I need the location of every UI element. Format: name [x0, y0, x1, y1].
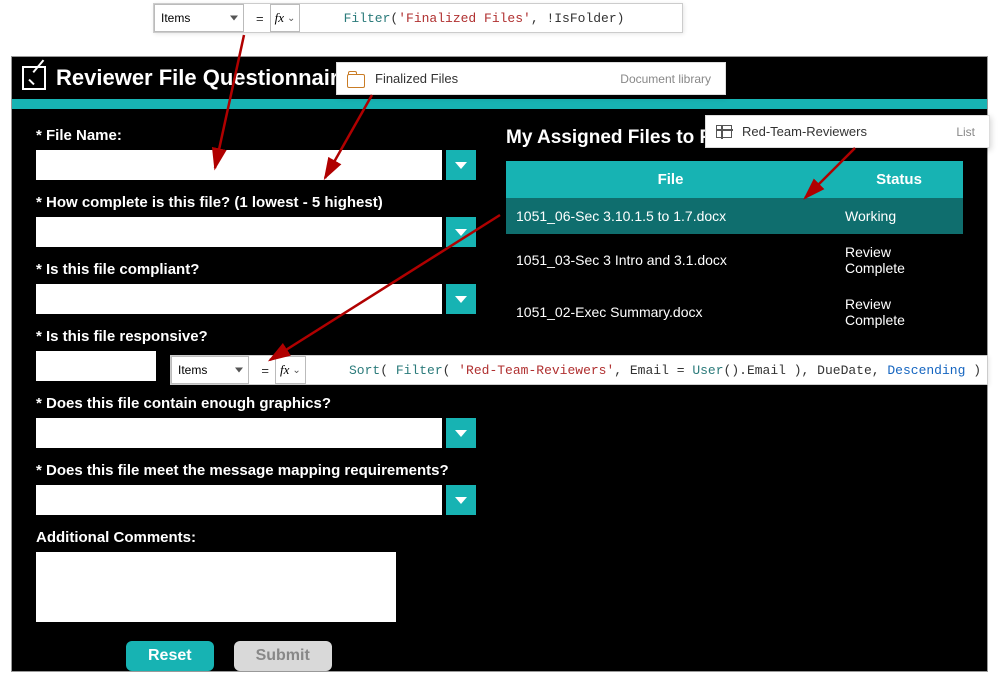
fx-button-mid[interactable]: fx⌄	[275, 356, 306, 384]
dropdown-button-compliant[interactable]	[446, 284, 476, 314]
tooltip-name: Red-Team-Reviewers	[742, 124, 867, 139]
token: )	[965, 363, 981, 378]
field-file-name: * File Name:	[36, 127, 476, 180]
property-dropdown-mid[interactable]: Items	[171, 356, 249, 384]
fx-label: fx	[275, 10, 284, 26]
property-dropdown-label: Items	[161, 11, 190, 25]
table-row[interactable]: 1051_03-Sec 3 Intro and 3.1.docx Review …	[506, 234, 963, 286]
token: Descending	[887, 363, 965, 378]
dropdown-button-message-mapping[interactable]	[446, 485, 476, 515]
property-dropdown-label: Items	[178, 363, 207, 377]
dropdown-button-file-name[interactable]	[446, 150, 476, 180]
property-dropdown-top[interactable]: Items	[154, 4, 244, 32]
app-title: Reviewer File Questionnaire	[56, 65, 351, 91]
token: ().Email ), DueDate,	[724, 363, 888, 378]
label-message-mapping: * Does this file meet the message mappin…	[36, 462, 476, 479]
formula-bar-mid[interactable]: Items = fx⌄ Sort( Filter( 'Red-Team-Revi…	[170, 355, 988, 385]
cell-file: 1051_03-Sec 3 Intro and 3.1.docx	[506, 234, 835, 286]
col-header-file: File	[506, 161, 835, 198]
token: , !IsFolder	[531, 11, 617, 26]
chevron-down-icon: ⌄	[287, 13, 295, 24]
input-message-mapping[interactable]	[36, 485, 442, 515]
header-accent-bar	[12, 99, 987, 109]
equals-sign: =	[261, 363, 269, 378]
dropdown-button-graphics[interactable]	[446, 418, 476, 448]
tooltip-type: List	[926, 125, 975, 139]
token: =	[677, 363, 685, 378]
input-completeness[interactable]	[36, 217, 442, 247]
chevron-down-icon: ⌄	[292, 365, 300, 376]
files-table: File Status 1051_06-Sec 3.10.1.5 to 1.7.…	[506, 161, 963, 338]
label-comments: Additional Comments:	[36, 529, 476, 546]
input-file-name[interactable]	[36, 150, 442, 180]
tooltip-finalized-files: Finalized Files Document library	[336, 62, 726, 95]
submit-button[interactable]: Submit	[234, 641, 332, 671]
token: Sort	[349, 363, 380, 378]
input-compliant[interactable]	[36, 284, 442, 314]
token: 'Finalized Files'	[398, 11, 531, 26]
formula-bar-top[interactable]: Items = fx⌄ Filter('Finalized Files', !I…	[153, 3, 683, 33]
label-responsive: * Is this file responsive?	[36, 328, 476, 345]
token: User	[692, 363, 723, 378]
field-completeness: * How complete is this file? (1 lowest -…	[36, 194, 476, 247]
document-library-icon	[347, 72, 365, 86]
cell-file: 1051_06-Sec 3.10.1.5 to 1.7.docx	[506, 198, 835, 234]
label-compliant: * Is this file compliant?	[36, 261, 476, 278]
review-panel: My Assigned Files to Review File Status …	[506, 127, 963, 671]
field-comments: Additional Comments:	[36, 529, 476, 627]
token: (	[380, 363, 396, 378]
token: Filter	[396, 363, 443, 378]
cell-status: Working	[835, 198, 963, 234]
formula-text-mid[interactable]: Sort( Filter( 'Red-Team-Reviewers', Emai…	[312, 348, 987, 393]
input-responsive[interactable]	[36, 351, 156, 381]
cell-status: Review Complete	[835, 234, 963, 286]
list-icon	[716, 125, 732, 138]
col-header-status: Status	[835, 161, 963, 198]
token: )	[617, 11, 625, 26]
token: 'Red-Team-Reviewers'	[458, 363, 614, 378]
cell-file: 1051_02-Exec Summary.docx	[506, 286, 835, 338]
table-row[interactable]: 1051_02-Exec Summary.docx Review Complet…	[506, 286, 963, 338]
table-row[interactable]: 1051_06-Sec 3.10.1.5 to 1.7.docx Working	[506, 198, 963, 234]
fx-button-top[interactable]: fx⌄	[270, 4, 301, 32]
questionnaire-form: * File Name: * How complete is this file…	[36, 127, 476, 671]
field-graphics: * Does this file contain enough graphics…	[36, 395, 476, 448]
field-message-mapping: * Does this file meet the message mappin…	[36, 462, 476, 515]
tooltip-name: Finalized Files	[375, 71, 458, 86]
reset-button[interactable]: Reset	[126, 641, 214, 671]
dropdown-button-completeness[interactable]	[446, 217, 476, 247]
input-graphics[interactable]	[36, 418, 442, 448]
fx-label: fx	[280, 362, 289, 378]
token: (	[443, 363, 459, 378]
tooltip-type: Document library	[590, 72, 711, 86]
equals-sign: =	[256, 11, 264, 26]
tooltip-red-team-reviewers: Red-Team-Reviewers List	[705, 115, 990, 148]
checklist-icon	[22, 66, 46, 90]
form-buttons: Reset Submit	[36, 641, 476, 671]
label-graphics: * Does this file contain enough graphics…	[36, 395, 476, 412]
field-compliant: * Is this file compliant?	[36, 261, 476, 314]
label-file-name: * File Name:	[36, 127, 476, 144]
label-completeness: * How complete is this file? (1 lowest -…	[36, 194, 476, 211]
token: Filter	[344, 11, 391, 26]
formula-text-top[interactable]: Filter('Finalized Files', !IsFolder)	[306, 0, 630, 41]
input-comments[interactable]	[36, 552, 396, 622]
cell-status: Review Complete	[835, 286, 963, 338]
token: , Email	[614, 363, 676, 378]
